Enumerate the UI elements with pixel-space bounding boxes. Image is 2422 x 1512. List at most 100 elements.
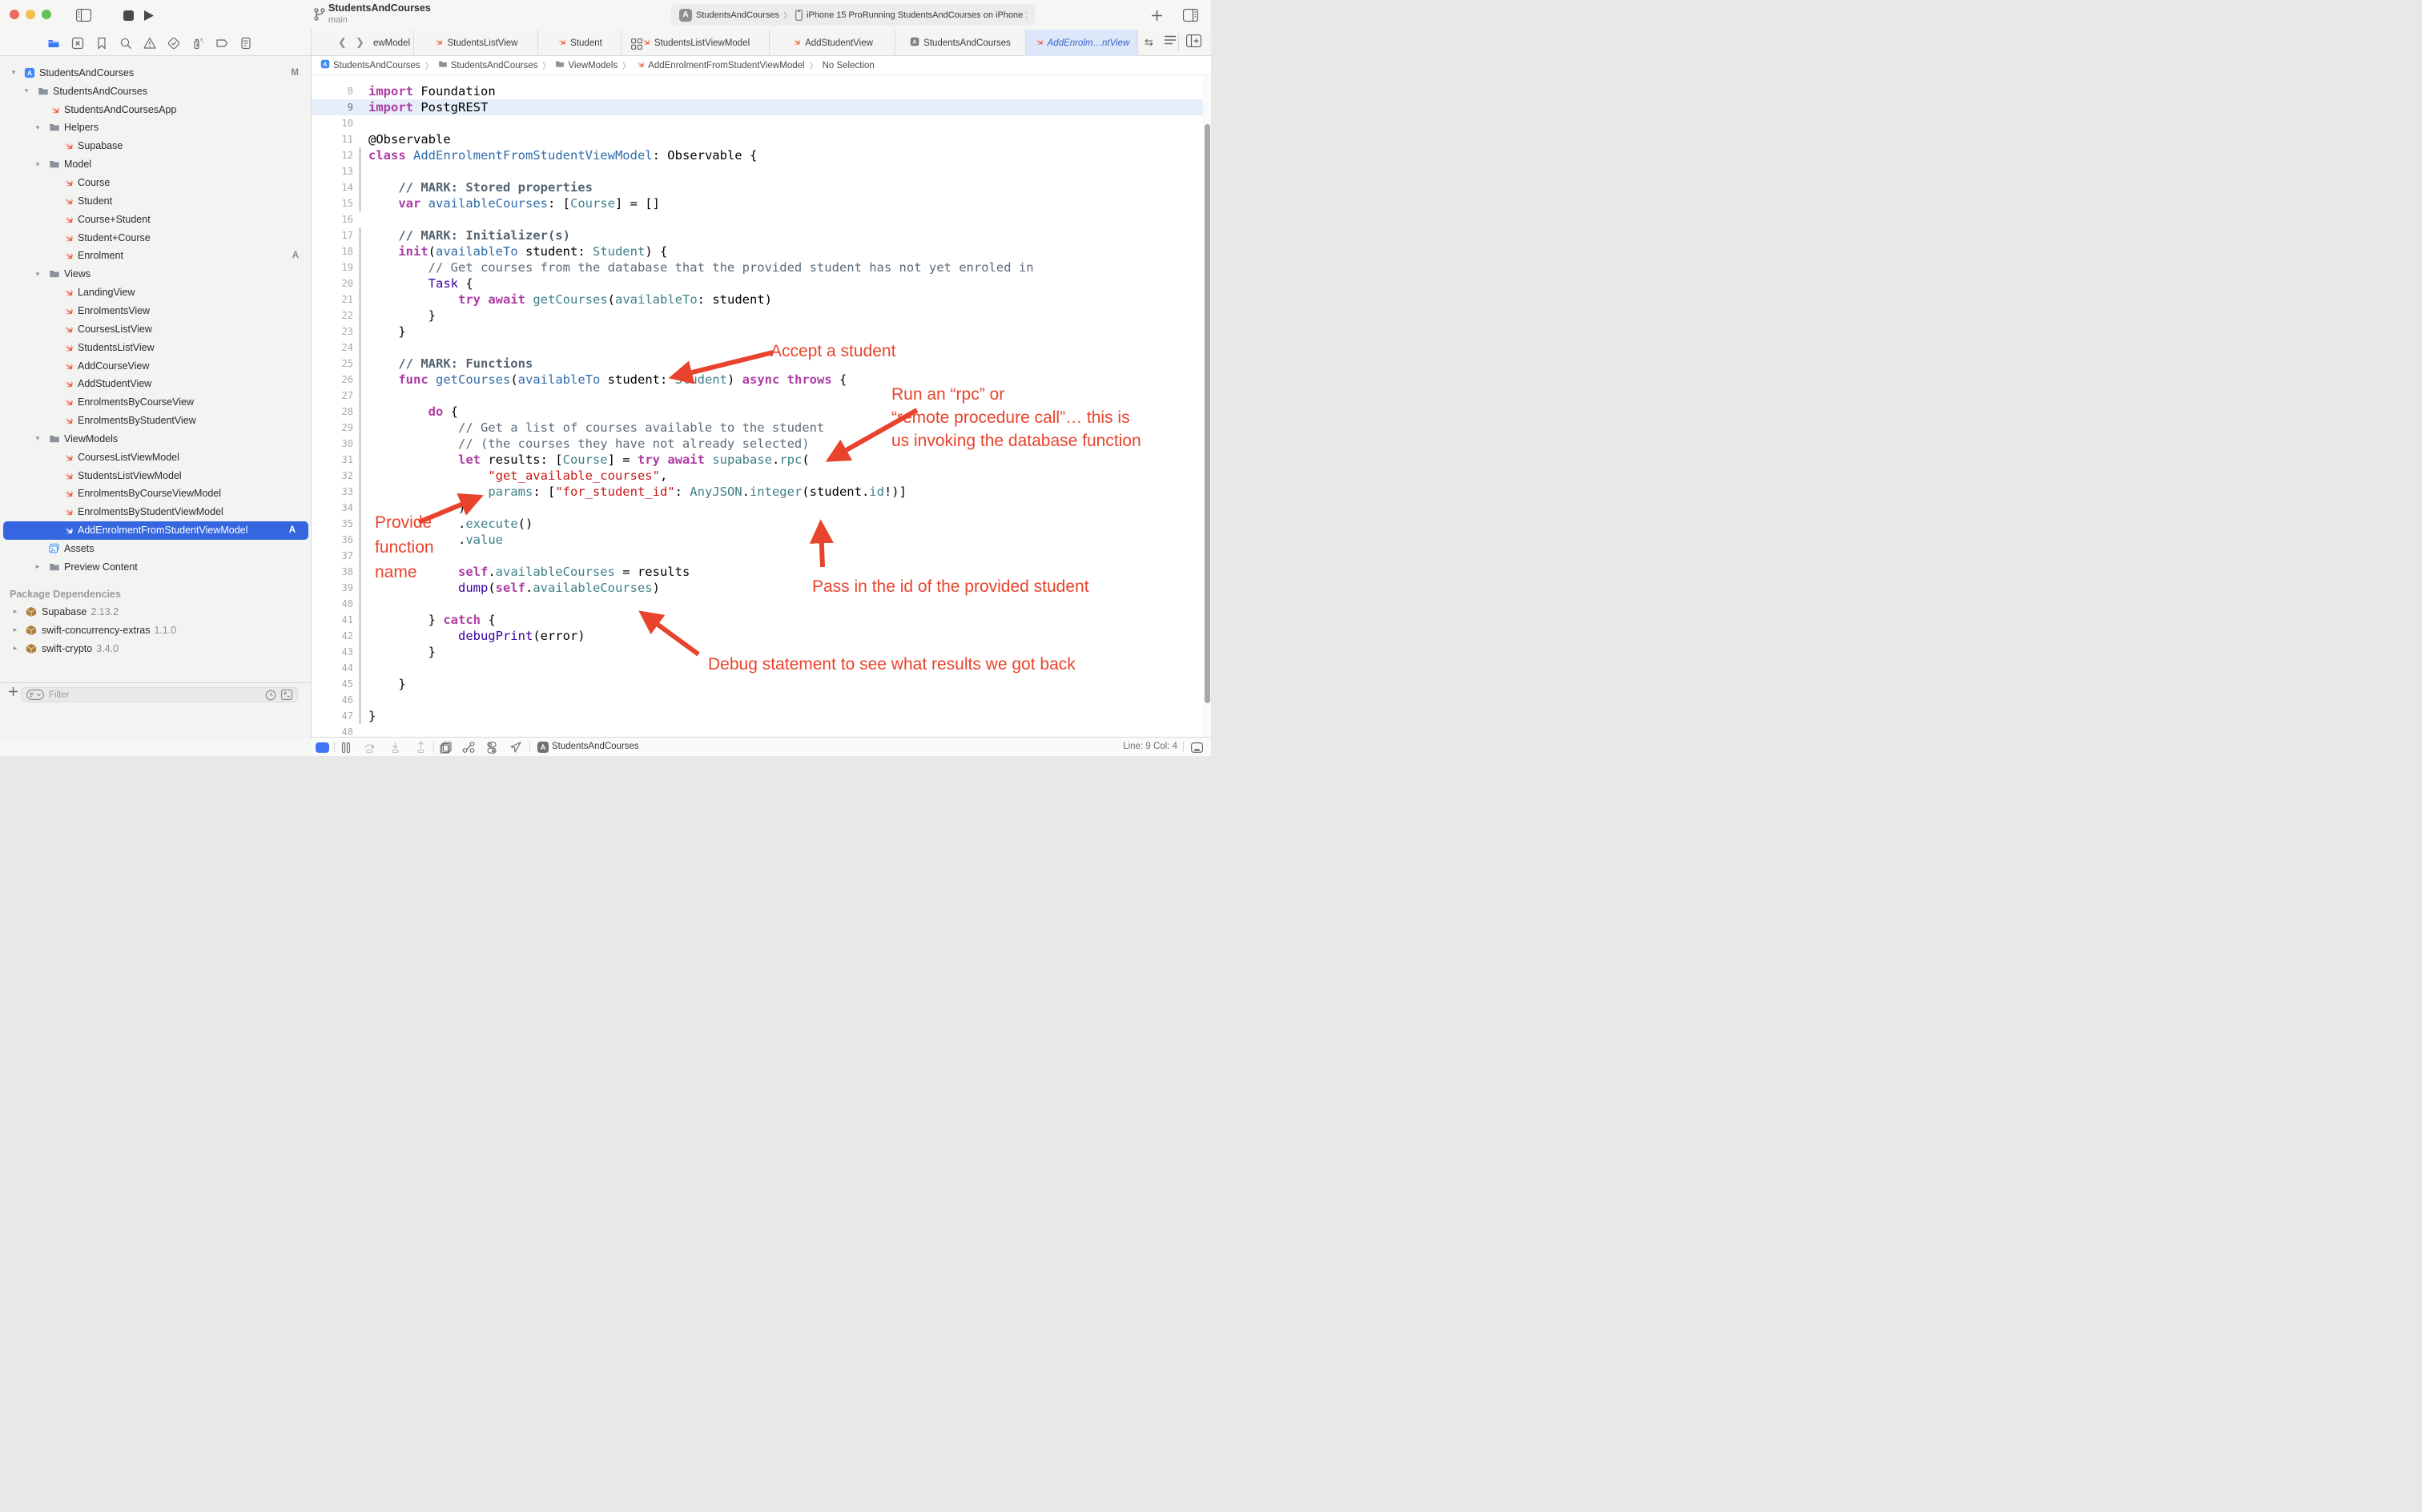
code-line-23[interactable]: 23 } [312,324,1211,340]
code-line-11[interactable]: 11@Observable [312,131,1211,147]
add-file-plus-icon[interactable] [8,686,18,701]
package-item-swift-concurrency-extras[interactable]: ▸ swift-concurrency-extras1.1.0 [0,621,312,639]
code-line-15[interactable]: 15 var availableCourses: [Course] = [] [312,195,1211,211]
code-line-19[interactable]: 19 // Get courses from the database that… [312,259,1211,275]
filter-options-icon[interactable] [26,690,44,700]
code-line-37[interactable]: 37 [312,548,1211,564]
editor-tab-addenrolm-ntview[interactable]: AddEnrolm…ntView [1026,30,1138,56]
recent-files-clock-icon[interactable] [265,690,276,701]
go-forward-icon[interactable]: ❯ [356,36,364,49]
disclosure-right-icon[interactable]: ▸ [11,607,19,616]
sidebar-item-model[interactable]: ▾Model [0,155,312,174]
sidebar-item-enrolmentsbystudentviewmodel[interactable]: EnrolmentsByStudentViewModel [0,503,312,521]
go-back-icon[interactable]: ❮ [338,36,347,49]
reports-navigator-icon[interactable] [239,36,253,50]
editor-scrollbar-thumb[interactable] [1205,124,1210,703]
disclosure-down-icon[interactable]: ▾ [22,86,30,95]
code-line-14[interactable]: 14 // MARK: Stored properties [312,179,1211,195]
code-line-10[interactable]: 10 [312,115,1211,131]
stop-button[interactable] [119,6,138,25]
step-out-icon[interactable] [413,740,428,754]
memory-debug-icon[interactable] [485,740,499,754]
code-line-46[interactable]: 46 [312,692,1211,708]
minimize-window-button[interactable] [26,10,35,19]
breadcrumb-item[interactable]: AStudentsAndCourses [320,59,420,71]
find-navigator-icon[interactable] [119,36,133,50]
tests-navigator-icon[interactable] [167,36,181,50]
scheme-status-bar[interactable]: A StudentsAndCourses 〉 iPhone 15 Pro Run… [671,4,1035,26]
scheme-name[interactable]: StudentsAndCourses [696,10,779,20]
code-line-21[interactable]: 21 try await getCourses(availableTo: stu… [312,292,1211,308]
disclosure-right-icon[interactable]: ▸ [34,562,42,571]
view-debugger-icon[interactable] [438,740,453,754]
code-line-22[interactable]: 22 } [312,308,1211,324]
disclosure-down-icon[interactable]: ▾ [34,123,42,132]
code-review-lines-icon[interactable] [1164,34,1177,50]
breadcrumb-item[interactable]: AddEnrolmentFromStudentViewModel [635,59,804,71]
step-into-icon[interactable] [388,740,402,754]
sidebar-item-studentsandcourses[interactable]: ▾StudentsAndCourses [0,82,312,100]
pause-execution-icon[interactable] [339,740,353,754]
disclosure-right-icon[interactable]: ▸ [11,625,19,634]
code-line-40[interactable]: 40 [312,596,1211,612]
close-window-button[interactable] [10,10,19,19]
run-destination[interactable]: iPhone 15 Pro [807,10,863,20]
navigator-filter-field[interactable]: Filter [21,687,298,702]
editor-options-icon[interactable] [1189,740,1204,754]
code-line-33[interactable]: 33 params: ["for_student_id": AnyJSON.in… [312,484,1211,500]
issues-navigator-icon[interactable] [143,36,157,50]
split-editor-plus-icon[interactable] [1186,34,1201,51]
disclosure-down-icon[interactable]: ▾ [34,434,42,443]
code-line-24[interactable]: 24 [312,340,1211,356]
breadcrumb-item[interactable]: No Selection [823,61,875,70]
disclosure-down-icon[interactable]: ▾ [34,160,42,169]
code-line-25[interactable]: 25 // MARK: Functions [312,356,1211,372]
code-line-32[interactable]: 32 "get_available_courses", [312,468,1211,484]
source-control-status-filter-icon[interactable] [281,690,292,700]
sidebar-item-enrolmentsbystudentview[interactable]: EnrolmentsByStudentView [0,412,312,430]
breadcrumb-item[interactable]: StudentsAndCourses [438,59,538,71]
sidebar-item-supabase[interactable]: Supabase [0,137,312,155]
disclosure-right-icon[interactable]: ▸ [11,644,19,653]
editor-tab-studentslistview[interactable]: StudentsListView [414,30,538,56]
sidebar-item-preview-content[interactable]: ▸Preview Content [0,557,312,576]
toggle-inspector-icon[interactable] [1181,6,1200,25]
source-control-navigator-icon[interactable] [70,36,85,50]
sidebar-item-studentslistview[interactable]: StudentsListView [0,338,312,356]
code-line-16[interactable]: 16 [312,211,1211,227]
sidebar-item-enrolmentsbycourseviewmodel[interactable]: EnrolmentsByCourseViewModel [0,485,312,503]
sidebar-item-landingview[interactable]: LandingView [0,284,312,302]
code-line-9[interactable]: 9import PostgREST [312,99,1211,115]
code-line-17[interactable]: 17 // MARK: Initializer(s) [312,227,1211,243]
sidebar-item-viewmodels[interactable]: ▾ViewModels [0,430,312,448]
debug-bar-app-label[interactable]: StudentsAndCourses [552,742,639,751]
sidebar-item-views[interactable]: ▾Views [0,265,312,284]
debug-hierarchy-icon[interactable] [461,740,476,754]
editor-tab-studentsandcourses[interactable]: AStudentsAndCourses [895,30,1026,56]
swap-editor-icon[interactable]: ⇆ [1145,36,1153,49]
code-line-47[interactable]: 47} [312,708,1211,724]
add-editor-plus-icon[interactable] [1147,6,1166,25]
bookmarks-navigator-icon[interactable] [95,36,109,50]
sidebar-item-course-student[interactable]: Course+Student [0,210,312,228]
code-line-8[interactable]: 8import Foundation [312,83,1211,99]
sidebar-item-addenrolmentfromstudentviewmodel[interactable]: AddEnrolmentFromStudentViewModelA [3,521,308,540]
editor-tab-student[interactable]: Student [538,30,622,56]
code-line-36[interactable]: 36 .value [312,532,1211,548]
editor-tab-ewmodel[interactable]: ewModel [370,30,414,56]
zoom-window-button[interactable] [42,10,51,19]
sidebar-item-studentslistviewmodel[interactable]: StudentsListViewModel [0,466,312,485]
sidebar-item-enrolment[interactable]: EnrolmentA [0,247,312,265]
sidebar-item-addstudentview[interactable]: AddStudentView [0,375,312,393]
run-button[interactable] [139,6,159,25]
sidebar-item-studentsandcoursesapp[interactable]: StudentsAndCoursesApp [0,100,312,119]
location-simulate-icon[interactable] [509,740,523,754]
sidebar-item-courseslistview[interactable]: CoursesListView [0,320,312,338]
sidebar-item-helpers[interactable]: ▾Helpers [0,119,312,137]
debug-navigator-icon[interactable] [191,36,205,50]
sidebar-item-student-course[interactable]: Student+Course [0,228,312,247]
sidebar-item-enrolmentsbycourseview[interactable]: EnrolmentsByCourseView [0,393,312,412]
code-line-41[interactable]: 41 } catch { [312,612,1211,628]
package-item-swift-crypto[interactable]: ▸ swift-crypto3.4.0 [0,639,312,657]
code-line-13[interactable]: 13 [312,163,1211,179]
